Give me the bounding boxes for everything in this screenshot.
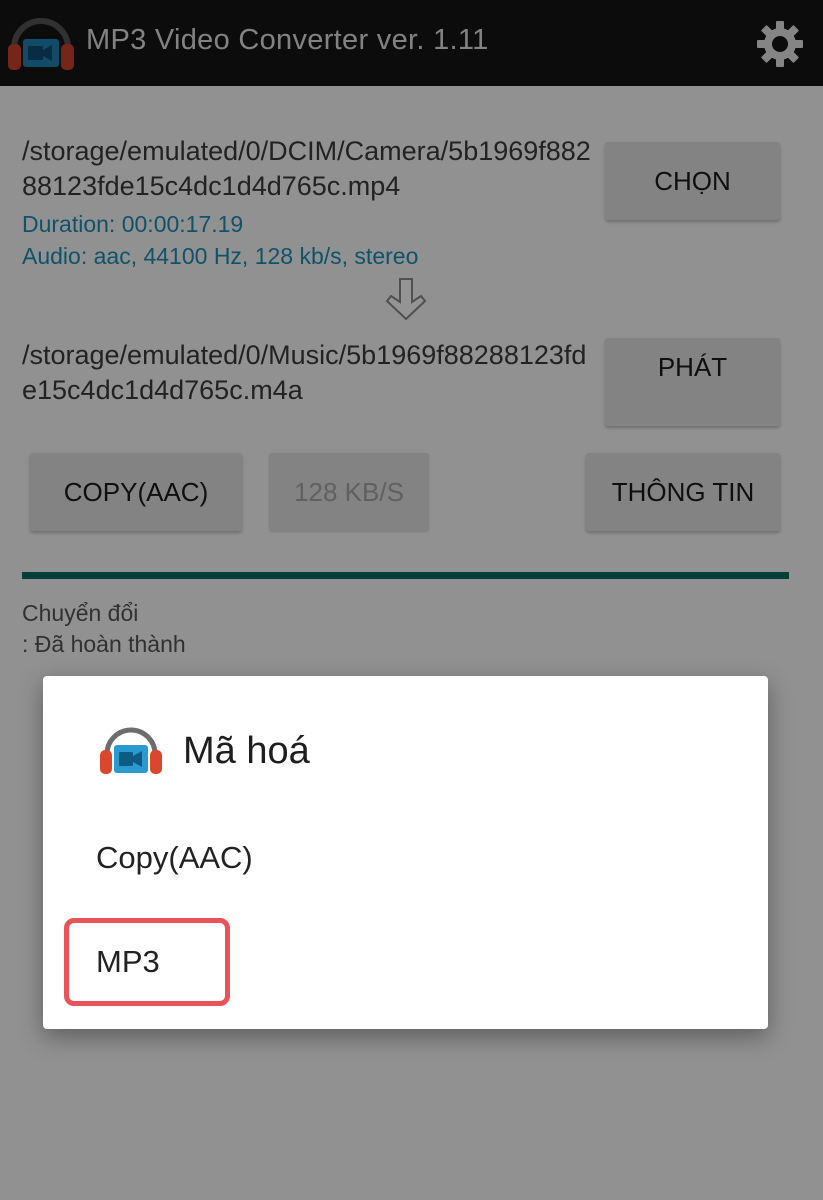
encoding-dialog: Mã hoá Copy(AAC) MP3 [43, 676, 768, 1029]
highlight-box [64, 918, 230, 1006]
headphones-video-icon [100, 727, 162, 774]
option-copy-aac[interactable]: Copy(AAC) [96, 840, 253, 876]
dialog-title: Mã hoá [183, 730, 310, 772]
